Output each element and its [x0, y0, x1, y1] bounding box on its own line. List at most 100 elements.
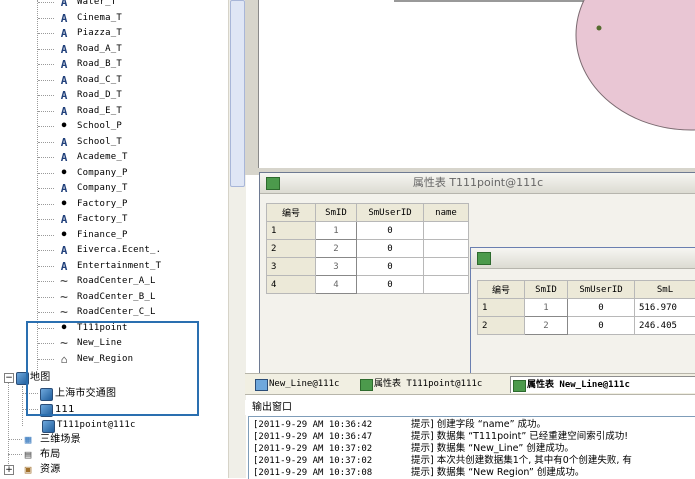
row-number-cell[interactable]: 2 — [267, 240, 316, 258]
scene-node-label: 三维场景 — [40, 432, 81, 447]
sml-cell[interactable]: 516.970 — [635, 299, 695, 317]
tree-layer-item[interactable]: •Factory_P — [0, 197, 220, 212]
smuserid-cell[interactable]: 0 — [357, 240, 424, 258]
attribute-table-2-grid[interactable]: 编号 SmID SmUserID SmL 110516.970220246.40… — [477, 280, 695, 335]
map-tab-icon — [255, 379, 268, 391]
tree-layer-label: Piazza_T — [77, 26, 122, 41]
smid-cell[interactable]: 3 — [316, 258, 357, 276]
attribute-table-2-titlebar[interactable] — [471, 248, 695, 269]
point-layer-icon: • — [58, 119, 70, 134]
smuserid-cell[interactable]: 0 — [357, 276, 424, 294]
tree-layer-item[interactable]: ∼RoadCenter_A_L — [0, 274, 220, 289]
tree-layer-label: Road_B_T — [77, 57, 122, 72]
table-row[interactable]: 220246.405 — [478, 317, 695, 335]
smid-cell[interactable]: 4 — [316, 276, 357, 294]
tab-attr-new-line[interactable]: 属性表 New_Line@111c — [510, 376, 695, 393]
tab-new-line[interactable]: New_Line@111c — [253, 376, 339, 392]
tree-layer-item[interactable]: ARoad_D_T — [0, 88, 220, 103]
output-log[interactable]: [2011-9-29 AM 10:36:42提示] 创建字段 “name” 成功… — [248, 416, 695, 479]
tree-layer-label: Company_T — [77, 181, 128, 196]
smuserid-cell[interactable]: 0 — [568, 317, 635, 335]
tree-node-resources[interactable]: + ▣ 资源 — [0, 462, 220, 477]
log-line: [2011-9-29 AM 10:37:02提示] 数据集 “New_Line”… — [253, 443, 693, 455]
text-layer-icon: A — [58, 212, 70, 227]
tree-layer-item[interactable]: A Eiverca.Ecent_. — [0, 243, 220, 258]
name-cell[interactable] — [424, 258, 469, 276]
column-header[interactable]: SmID — [316, 204, 357, 222]
row-number-cell[interactable]: 1 — [267, 222, 316, 240]
tree-layer-item[interactable]: ∼RoadCenter_B_L — [0, 290, 220, 305]
row-number-cell[interactable]: 3 — [267, 258, 316, 276]
tree-layer-label: Eiverca.Ecent_. — [77, 243, 161, 258]
tree-layer-item[interactable]: ∼RoadCenter_C_L — [0, 305, 220, 320]
text-layer-icon: A — [58, 26, 70, 41]
smuserid-cell[interactable]: 0 — [568, 299, 635, 317]
point-layer-icon: • — [58, 228, 70, 243]
t111point-node-label: T111point@111c — [57, 418, 136, 433]
line-layer-icon: ∼ — [58, 290, 70, 305]
column-header[interactable]: SmUserID — [568, 281, 635, 299]
log-line: [2011-9-29 AM 10:37:08提示] 数据集 “New Regio… — [253, 467, 693, 479]
name-cell[interactable] — [424, 240, 469, 258]
line-layer-icon: ∼ — [58, 305, 70, 320]
row-number-cell[interactable]: 2 — [478, 317, 525, 335]
attribute-table-1-titlebar[interactable]: 属性表 T111point@111c — [260, 173, 695, 194]
tree-layer-item[interactable]: AWater_T — [0, 0, 220, 10]
column-header[interactable]: SmID — [525, 281, 568, 299]
tree-layer-item[interactable]: AAcademe_T — [0, 150, 220, 165]
tree-layer-label: Road_C_T — [77, 73, 122, 88]
text-layer-icon: A — [58, 243, 70, 258]
tree-layer-item[interactable]: •Company_P — [0, 166, 220, 181]
smuserid-cell[interactable]: 0 — [357, 258, 424, 276]
row-number-cell[interactable]: 1 — [478, 299, 525, 317]
tree-layer-item[interactable]: AEntertainment_T — [0, 259, 220, 274]
smuserid-cell[interactable]: 0 — [357, 222, 424, 240]
tree-layer-item[interactable]: ACinema_T — [0, 11, 220, 26]
column-header[interactable]: 编号 — [478, 281, 525, 299]
expand-icon[interactable]: + — [4, 465, 14, 475]
sml-cell[interactable]: 246.405 — [635, 317, 695, 335]
name-cell[interactable] — [424, 222, 469, 240]
tree-layer-item[interactable]: ARoad_A_T — [0, 42, 220, 57]
tree-layer-item[interactable]: •School_P — [0, 119, 220, 134]
attribute-table-1-grid[interactable]: 编号 SmID SmUserID name 110220330440 — [266, 203, 469, 294]
column-header[interactable]: SmL — [635, 281, 695, 299]
tab-attr-t111point[interactable]: 属性表 T111point@111c — [358, 376, 482, 392]
column-header[interactable]: 编号 — [267, 204, 316, 222]
tree-layer-item[interactable]: A Piazza_T — [0, 26, 220, 41]
attribute-table-window-2[interactable]: 编号 SmID SmUserID SmL 110516.970220246.40… — [470, 247, 695, 374]
tree-layer-item[interactable]: ASchool_T — [0, 135, 220, 150]
tree-layer-label: Road_A_T — [77, 42, 122, 57]
tree-layer-item[interactable]: ARoad_E_T — [0, 104, 220, 119]
resources-icon: ▣ — [22, 462, 34, 477]
table-row[interactable]: 440 — [267, 276, 469, 294]
tree-node-t111point[interactable]: T111point@111c — [0, 418, 220, 433]
table-row[interactable]: 330 — [267, 258, 469, 276]
tree-layer-item[interactable]: ARoad_B_T — [0, 57, 220, 72]
tab-label: 属性表 T111point@111c — [374, 379, 482, 389]
smid-cell[interactable]: 1 — [316, 222, 357, 240]
tree-layer-item[interactable]: ARoad_C_T — [0, 73, 220, 88]
collapse-icon[interactable]: − — [4, 373, 14, 383]
tree-node-scene[interactable]: ▦ 三维场景 — [0, 432, 220, 447]
tree-node-layout[interactable]: ▤ 布局 — [0, 447, 220, 462]
tree-layer-item[interactable]: A Factory_T — [0, 212, 220, 227]
table-row[interactable]: 110516.970 — [478, 299, 695, 317]
column-header[interactable]: SmUserID — [357, 204, 424, 222]
smid-cell[interactable]: 2 — [316, 240, 357, 258]
map-canvas[interactable] — [258, 0, 695, 168]
tree-layer-label: Factory_T — [77, 212, 128, 227]
tree-layer-item[interactable]: ACompany_T — [0, 181, 220, 196]
smid-cell[interactable]: 2 — [525, 317, 568, 335]
tree-scrollbar-thumb[interactable] — [230, 0, 245, 187]
attribute-table-1-title: 属性表 T111point@111c — [413, 176, 543, 189]
column-header[interactable]: name — [424, 204, 469, 222]
row-number-cell[interactable]: 4 — [267, 276, 316, 294]
name-cell[interactable] — [424, 276, 469, 294]
table-row[interactable]: 220 — [267, 240, 469, 258]
map-point-feature — [597, 26, 602, 31]
smid-cell[interactable]: 1 — [525, 299, 568, 317]
layer-tree[interactable]: AWater_TACinema_TAPiazza_TARoad_A_TARoad… — [0, 0, 228, 478]
table-row[interactable]: 110 — [267, 222, 469, 240]
tree-layer-item[interactable]: •Finance_P — [0, 228, 220, 243]
